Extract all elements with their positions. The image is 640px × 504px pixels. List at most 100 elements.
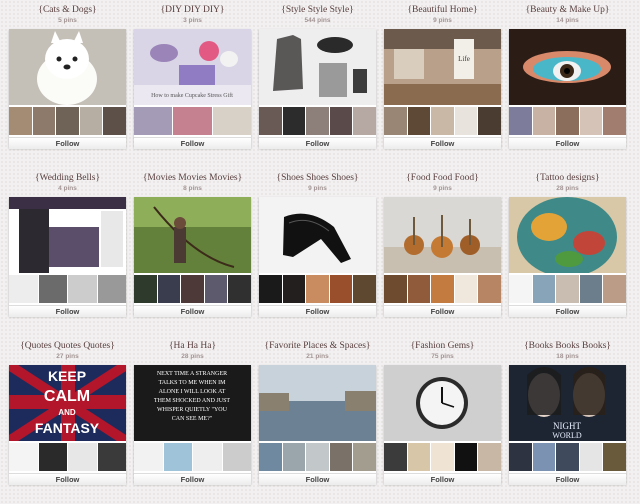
thumbnail[interactable] xyxy=(603,275,626,303)
thumbnail[interactable] xyxy=(306,443,329,471)
thumbnail[interactable] xyxy=(68,443,97,471)
board-card[interactable]: Follow xyxy=(9,197,126,317)
cover-image[interactable] xyxy=(509,197,626,273)
board-title[interactable]: {Shoes Shoes Shoes} xyxy=(255,173,380,185)
cover-image[interactable] xyxy=(259,197,376,273)
board-cover[interactable] xyxy=(134,197,251,273)
board-cover[interactable]: KEEP CALM AND FANTASY xyxy=(9,365,126,441)
board-card[interactable]: NEXT TIME A STRANGER TALKS TO ME WHEN IM A… xyxy=(134,365,251,485)
thumbnail[interactable] xyxy=(306,275,329,303)
thumbnail[interactable] xyxy=(454,275,478,303)
follow-button[interactable]: Follow xyxy=(384,305,501,317)
thumbnail[interactable] xyxy=(603,443,626,471)
board-card[interactable]: NIGHT WORLD Follow xyxy=(509,365,626,485)
board-title[interactable]: {Favorite Places & Spaces} xyxy=(255,341,380,353)
cover-image[interactable]: How to make Cupcake Stress Gift xyxy=(134,29,251,105)
thumbnail[interactable] xyxy=(454,443,478,471)
board-cover[interactable] xyxy=(9,29,126,105)
board-card[interactable]: Follow xyxy=(259,365,376,485)
thumbnail[interactable] xyxy=(532,107,556,135)
thumbnail[interactable] xyxy=(384,443,407,471)
board-title[interactable]: {Beautiful Home} xyxy=(380,5,505,17)
follow-button[interactable]: Follow xyxy=(9,473,126,485)
board-title[interactable]: {DIY DIY DIY} xyxy=(130,5,255,17)
cover-image[interactable]: NEXT TIME A STRANGER TALKS TO ME WHEN IM A… xyxy=(134,365,251,441)
thumbnail[interactable] xyxy=(228,275,251,303)
follow-button[interactable]: Follow xyxy=(134,137,251,149)
thumbnail[interactable] xyxy=(431,107,454,135)
thumbnail[interactable] xyxy=(384,107,407,135)
board-card[interactable]: Follow xyxy=(259,197,376,317)
thumbnail[interactable] xyxy=(97,443,126,471)
board-card[interactable]: Follow xyxy=(9,29,126,149)
thumbnail[interactable] xyxy=(306,107,329,135)
thumbnail[interactable] xyxy=(579,275,603,303)
board-title[interactable]: {Tattoo designs} xyxy=(505,173,630,185)
thumbnail[interactable] xyxy=(259,107,282,135)
board-card[interactable]: Follow xyxy=(509,29,626,149)
cover-image[interactable] xyxy=(9,197,126,273)
board-title[interactable]: {Beauty & Make Up} xyxy=(505,5,630,17)
thumbnail[interactable] xyxy=(579,443,603,471)
board-cover[interactable]: How to make Cupcake Stress Gift xyxy=(134,29,251,105)
board-card[interactable]: Life Follow xyxy=(384,29,501,149)
thumbnail[interactable] xyxy=(222,443,251,471)
board-cover[interactable] xyxy=(259,29,376,105)
thumbnail[interactable] xyxy=(478,443,501,471)
follow-button[interactable]: Follow xyxy=(134,473,251,485)
thumbnail[interactable] xyxy=(407,107,431,135)
thumbnail[interactable] xyxy=(79,107,103,135)
thumbnail[interactable] xyxy=(454,107,478,135)
thumbnail[interactable] xyxy=(193,443,222,471)
board-title[interactable]: {Ha Ha Ha} xyxy=(130,341,255,353)
board-card[interactable]: Follow xyxy=(134,197,251,317)
follow-button[interactable]: Follow xyxy=(509,137,626,149)
cover-image[interactable] xyxy=(384,197,501,273)
thumbnail[interactable] xyxy=(556,443,579,471)
thumbnail[interactable] xyxy=(329,107,353,135)
thumbnail[interactable] xyxy=(9,275,38,303)
cover-image[interactable] xyxy=(134,197,251,273)
thumbnail[interactable] xyxy=(9,443,38,471)
thumbnail[interactable] xyxy=(431,275,454,303)
thumbnail[interactable] xyxy=(134,275,157,303)
cover-image[interactable] xyxy=(259,29,376,105)
board-card[interactable]: Follow xyxy=(384,197,501,317)
thumbnail[interactable] xyxy=(407,275,431,303)
board-cover[interactable] xyxy=(384,197,501,273)
follow-button[interactable]: Follow xyxy=(9,305,126,317)
thumbnail[interactable] xyxy=(431,443,454,471)
board-cover[interactable]: NIGHT WORLD xyxy=(509,365,626,441)
board-title[interactable]: {Wedding Bells} xyxy=(5,173,130,185)
thumbnail[interactable] xyxy=(282,275,306,303)
thumbnail[interactable] xyxy=(579,107,603,135)
thumbnail[interactable] xyxy=(556,275,579,303)
thumbnail[interactable] xyxy=(509,107,532,135)
thumbnail[interactable] xyxy=(157,275,181,303)
thumbnail[interactable] xyxy=(212,107,251,135)
thumbnail[interactable] xyxy=(204,275,228,303)
thumbnail[interactable] xyxy=(181,275,204,303)
thumbnail[interactable] xyxy=(38,275,67,303)
thumbnail[interactable] xyxy=(103,107,126,135)
cover-image[interactable]: Life xyxy=(384,29,501,105)
board-cover[interactable] xyxy=(384,365,501,441)
thumbnail[interactable] xyxy=(97,275,126,303)
follow-button[interactable]: Follow xyxy=(9,137,126,149)
board-card[interactable]: How to make Cupcake Stress Gift Follow xyxy=(134,29,251,149)
thumbnail[interactable] xyxy=(134,443,163,471)
follow-button[interactable]: Follow xyxy=(259,137,376,149)
thumbnail[interactable] xyxy=(259,443,282,471)
cover-image[interactable] xyxy=(9,29,126,105)
thumbnail[interactable] xyxy=(384,275,407,303)
board-cover[interactable]: Life xyxy=(384,29,501,105)
follow-button[interactable]: Follow xyxy=(259,473,376,485)
thumbnail[interactable] xyxy=(282,107,306,135)
board-cover[interactable] xyxy=(509,197,626,273)
board-title[interactable]: {Cats & Dogs} xyxy=(5,5,130,17)
board-card[interactable]: Follow xyxy=(509,197,626,317)
board-title[interactable]: {Books Books Books} xyxy=(505,341,630,353)
cover-image[interactable]: NIGHT WORLD xyxy=(509,365,626,441)
thumbnail[interactable] xyxy=(353,275,376,303)
board-cover[interactable] xyxy=(509,29,626,105)
